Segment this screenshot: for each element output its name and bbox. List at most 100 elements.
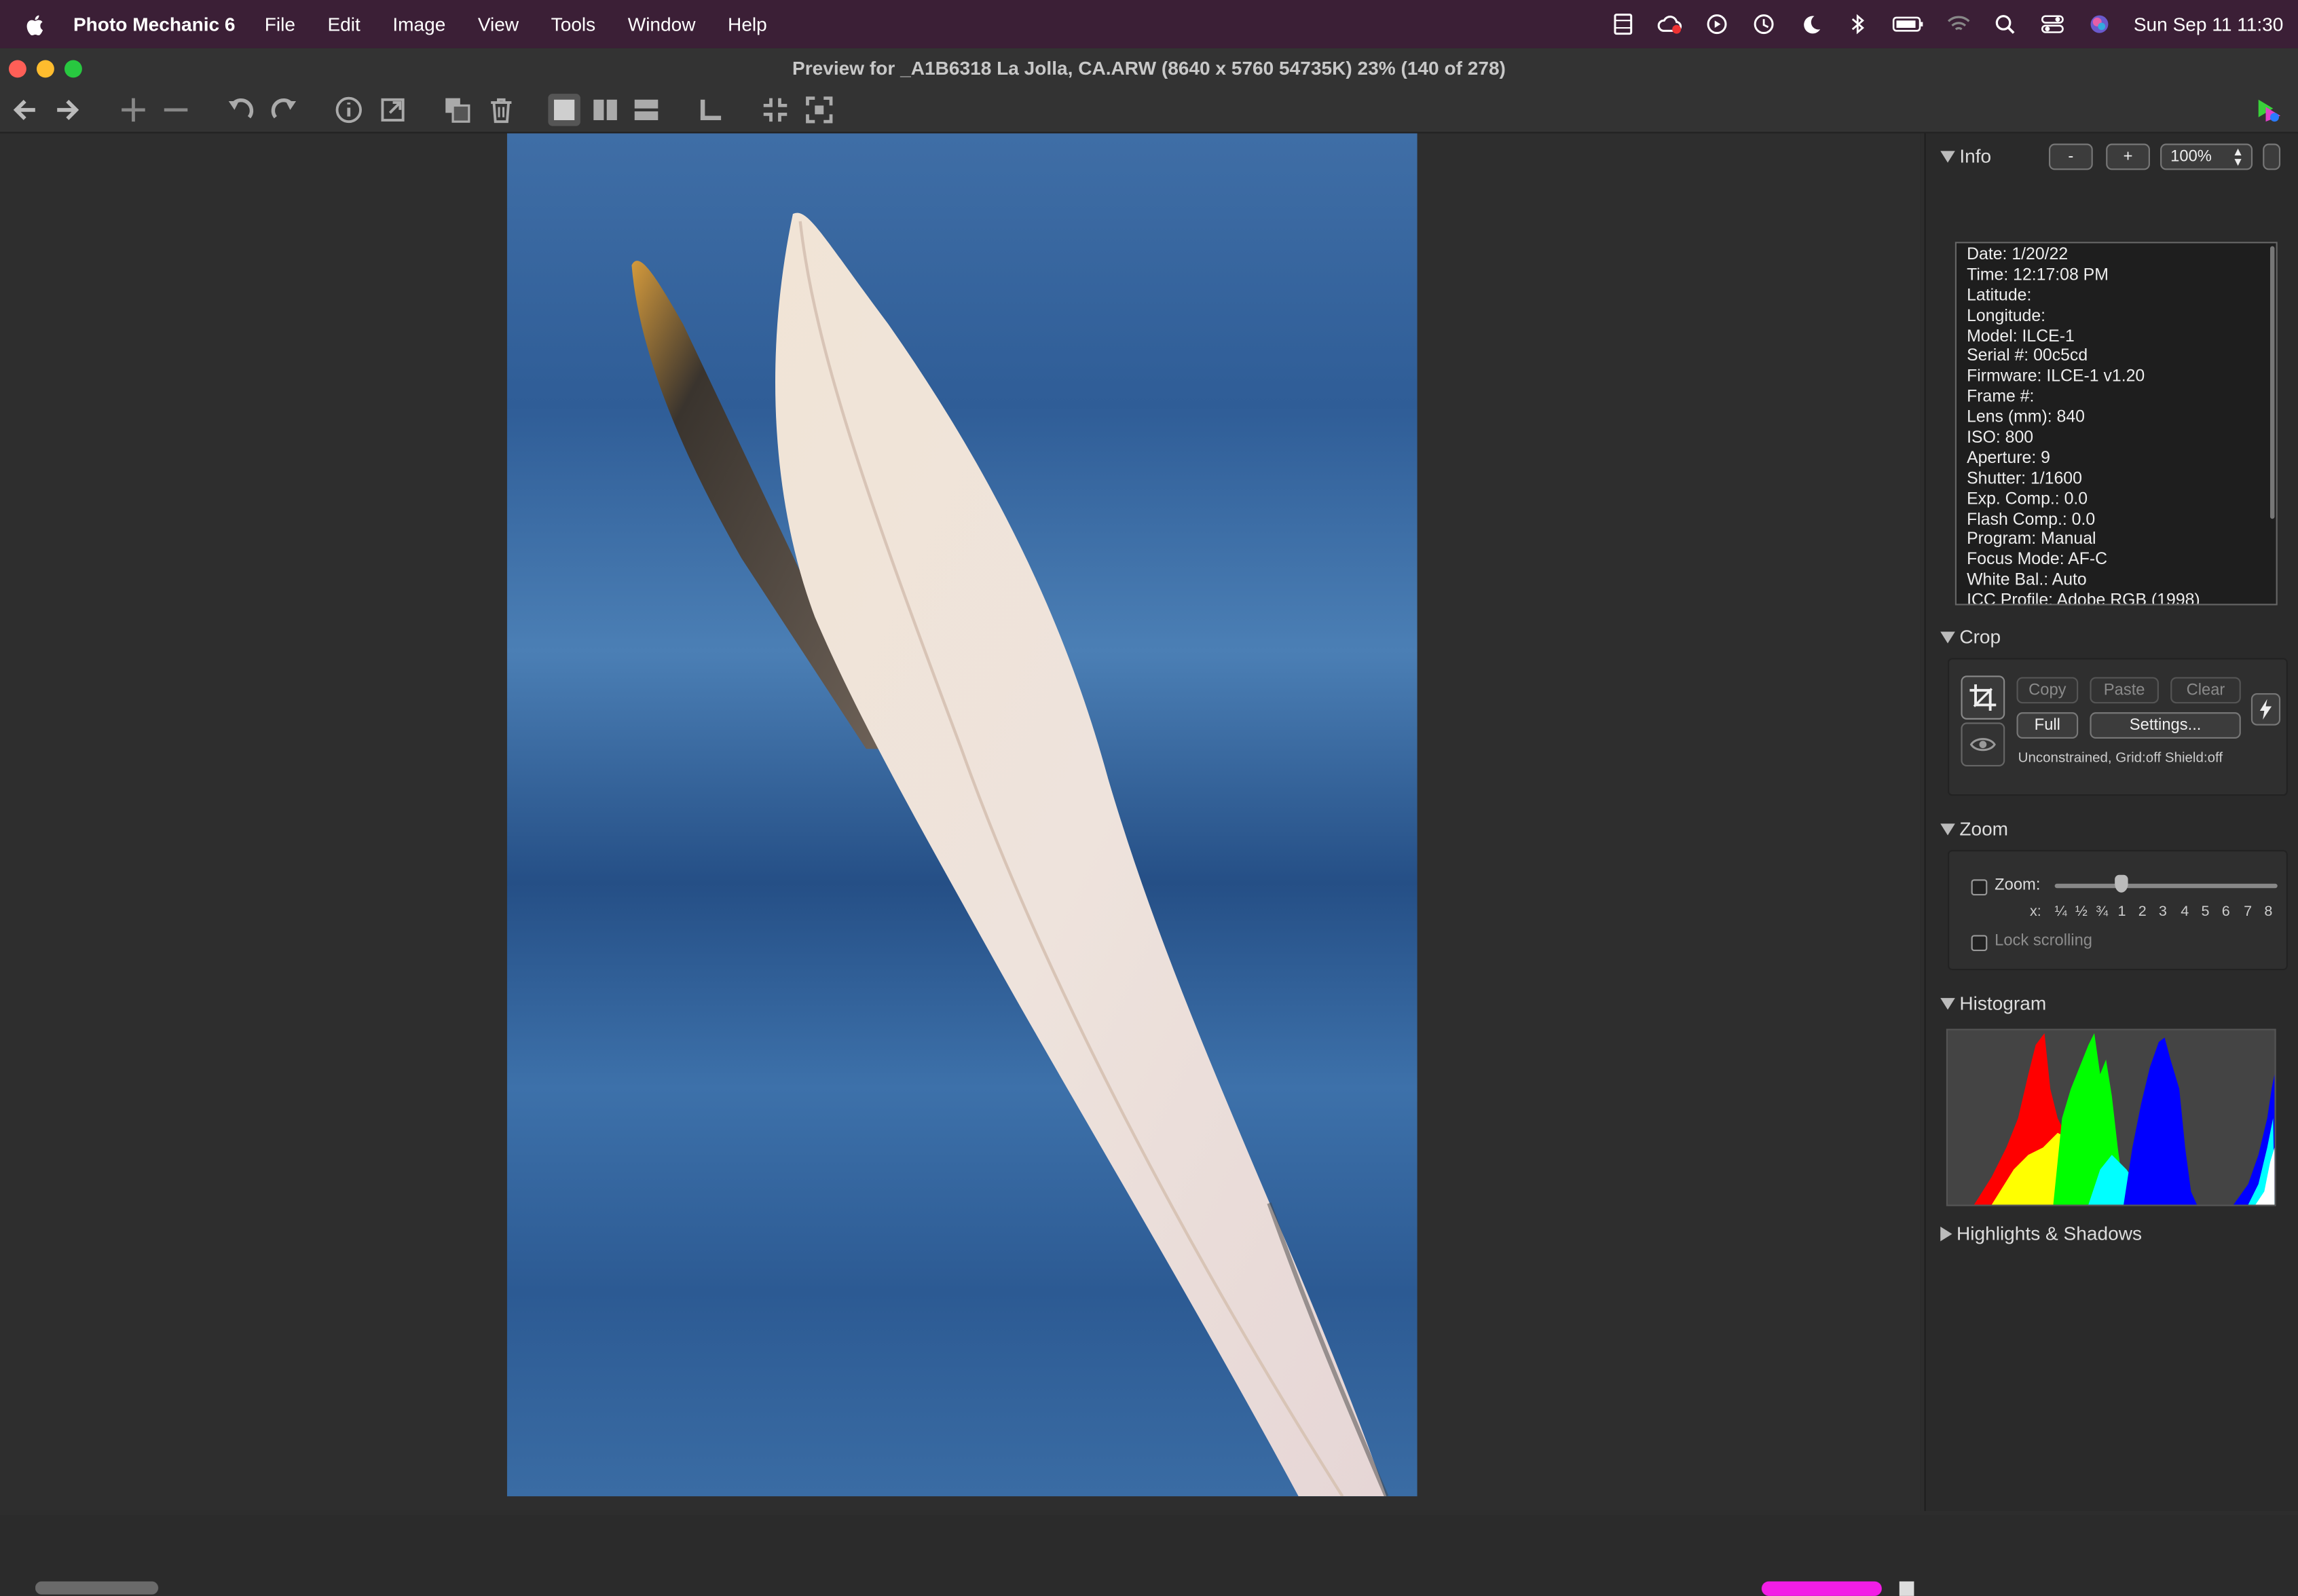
zoom-tick: 2 [2138,904,2147,921]
creative-cloud-icon[interactable] [1657,13,1682,35]
apple-icon[interactable] [24,12,48,36]
zoom-out-icon[interactable] [160,94,191,126]
crop-lightning-button[interactable] [2250,693,2281,726]
zoom-slider-thumb[interactable] [2115,874,2128,893]
zoom-plus-button[interactable]: + [2106,143,2150,170]
zoom-x-label: x: [2029,904,2041,921]
disclosure-open-icon [1940,150,1955,162]
histogram-blue [2124,1037,2198,1205]
zoom-tick: 3 [2158,904,2167,921]
zoom-in-icon[interactable] [117,94,149,126]
minimize-window-button[interactable] [36,60,54,78]
inspector-panel: Info - + 100% ▲ ▼ Date: 1/20/22 Time: 12:… [1924,133,2298,1511]
crop-full-button[interactable]: Full [2016,712,2079,739]
crop-copy-button[interactable]: Copy [2016,677,2079,704]
menu-clock[interactable]: Sun Sep 11 11:30 [2134,13,2284,35]
forward-arrow-icon[interactable] [52,94,84,126]
histogram-plot [1973,1033,2275,1205]
info-line: Longitude: [1967,307,2046,325]
time-machine-icon[interactable] [1751,13,1776,35]
preview-photo[interactable] [506,133,1417,1497]
menu-help[interactable]: Help [728,13,767,35]
back-arrow-icon[interactable] [9,94,41,126]
control-center-icon[interactable] [2040,13,2065,35]
info-scrollbar[interactable] [2269,246,2275,519]
zoom-checkbox[interactable] [1971,879,1988,896]
highlights-shadows-section-header[interactable]: Highlights & Shadows [1940,1222,2142,1244]
lock-scrolling-checkbox[interactable] [1971,935,1988,952]
info-line: Frame #: [1967,388,2035,407]
menu-tools[interactable]: Tools [551,13,596,35]
wifi-icon[interactable] [1946,13,1971,35]
info-line: Lens (mm): 840 [1967,409,2085,427]
disclosure-open-icon [1940,997,1955,1009]
menu-edit[interactable]: Edit [327,13,360,35]
zoom-percent-select[interactable]: 100% ▲ ▼ [2160,143,2253,170]
crop-clear-button[interactable]: Clear [2170,677,2241,704]
zoom-slider-track[interactable] [2054,883,2278,889]
histogram-section-header[interactable]: Histogram [1940,992,2046,1014]
crop-paste-button[interactable]: Paste [2090,677,2159,704]
info-line: Serial #: 00c5cd [1967,348,2088,366]
title-bar: Preview for _A1B6318 La Jolla, CA.ARW (8… [0,48,2298,88]
open-external-icon[interactable] [377,94,409,126]
bluetooth-icon[interactable] [1845,13,1870,35]
menu-file[interactable]: File [265,13,295,35]
film-icon[interactable] [1610,13,1635,35]
menu-image[interactable]: Image [392,13,445,35]
crop-section-header[interactable]: Crop [1940,626,2001,648]
info-line: Focus Mode: AF-C [1967,551,2108,570]
disclosure-closed-icon [1940,1225,1952,1241]
zoom-header-label: Zoom [1959,817,2009,840]
window-title: Preview for _A1B6318 La Jolla, CA.ARW (8… [792,57,1506,79]
menu-bar: Photo Mechanic 6 File Edit Image View To… [0,0,2298,49]
preview-area[interactable] [0,133,1921,1596]
window-controls [8,60,82,78]
info-line: Program: Manual [1967,531,2096,549]
zoom-minus-button[interactable]: - [2049,143,2093,170]
copy-icon[interactable] [441,94,473,126]
play-circle-icon[interactable] [1704,13,1729,35]
crop-tool-icon[interactable] [1961,675,2005,720]
info-section-header[interactable]: Info [1940,145,1991,167]
zoom-section-header[interactable]: Zoom [1940,818,2008,840]
info-line: Model: ILCE-1 [1967,327,2075,346]
zoom-tick: 6 [2221,904,2230,921]
zoom-window-button[interactable] [64,60,82,78]
horizontal-scrollbar[interactable] [35,1581,159,1595]
stacked-view-icon[interactable] [630,94,662,126]
menu-view[interactable]: View [478,13,519,35]
disclosure-open-icon [1940,823,1955,835]
zoom-label: Zoom: [1995,876,2041,894]
app-logo-icon [2253,94,2284,126]
rotate-left-icon[interactable] [224,94,256,126]
zoom-tick: ½ [2075,904,2088,921]
zoom-percent-value: 100% [2170,148,2212,166]
side-by-side-view-icon[interactable] [589,94,621,126]
info-line: Flash Comp.: 0.0 [1967,511,2096,529]
rotate-right-icon[interactable] [268,94,300,126]
full-screen-icon[interactable] [803,94,835,126]
single-view-icon[interactable] [548,94,580,126]
crop-preview-eye-icon[interactable] [1961,722,2005,767]
panel-overflow-button[interactable] [2263,143,2281,170]
moon-icon[interactable] [1798,13,1823,35]
app-name-menu[interactable]: Photo Mechanic 6 [73,13,236,35]
crop-settings-button[interactable]: Settings... [2090,712,2241,739]
info-line: White Bal.: Auto [1967,572,2087,590]
info-line: ISO: 800 [1967,429,2034,447]
menu-window[interactable]: Window [628,13,696,35]
battery-icon[interactable] [1892,13,1924,35]
metadata-info-box[interactable]: Date: 1/20/22 Time: 12:17:08 PM Latitude… [1954,242,2278,606]
tag-icon[interactable] [694,94,726,126]
info-line: ICC Profile: Adobe RGB (1998) [1967,592,2200,606]
resize-corner[interactable] [1899,1581,1914,1596]
close-window-button[interactable] [8,60,26,78]
siri-icon[interactable] [2087,13,2112,35]
search-icon[interactable] [1993,13,2018,35]
filmstrip-position-marker[interactable] [1761,1581,1882,1596]
fit-window-icon[interactable] [759,94,791,126]
info-header-label: Info [1959,145,1992,168]
trash-icon[interactable] [485,94,517,126]
info-icon[interactable] [333,94,365,126]
